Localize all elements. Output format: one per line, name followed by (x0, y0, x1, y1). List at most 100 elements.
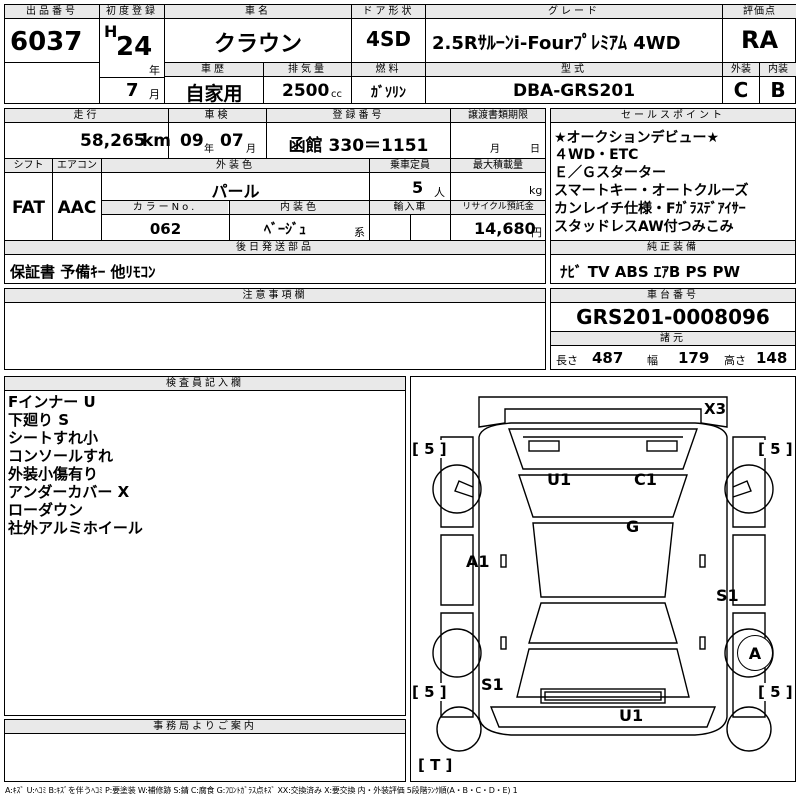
car-name-label: 車名 (165, 5, 351, 18)
fuel-label: 燃料 (352, 63, 425, 76)
damage-mark-s1-left: S1 (481, 675, 504, 694)
sales-point-3: Ｅ／Ｇスターター (554, 165, 666, 181)
office-label: 事務局よりご案内 (5, 720, 405, 733)
color-number: 062 (149, 220, 182, 238)
capacity-unit: 人 (434, 186, 445, 199)
transfer-label: 譲渡書類期限 (451, 109, 545, 122)
import-label: 輸入車 (370, 201, 450, 214)
damage-mark-a1: A1 (466, 552, 490, 571)
model-label: 型式 (426, 63, 722, 76)
inspector-note-7: ローダウン (8, 501, 84, 519)
recycle-label: リサイクル預託金 (451, 201, 545, 214)
recycle-fee: 14,680 (474, 219, 536, 238)
tire-rear-right: [ 5 ] (758, 683, 793, 701)
inspector-note-1: Fインナー U (8, 393, 96, 411)
damage-mark-c1: C1 (634, 470, 657, 489)
inspection-year-unit: 年 (204, 144, 214, 155)
door-label: ドア形状 (352, 5, 425, 18)
chassis-number: GRS201-0008096 (576, 305, 770, 329)
max-load-label: 最大積載量 (451, 159, 545, 172)
tire-rear-left: [ 5 ] (412, 683, 447, 701)
inspection-month-unit: 月 (246, 144, 256, 155)
capacity-label: 乗車定員 (370, 159, 450, 172)
mileage-unit: km (142, 131, 172, 151)
legend: A:ｷｽﾞ U:ﾍｺﾐ B:ｷｽﾞを伴うﾍｺﾐ P:要塗装 W:補修跡 S:錆 … (5, 786, 518, 795)
max-load-unit: kg (529, 184, 543, 197)
transfer-month-unit: 月 (490, 144, 500, 155)
ac-type: AAC (57, 198, 97, 218)
interior-color-label: 内装色 (230, 201, 369, 214)
interior-color-unit: 系 (354, 226, 365, 239)
inspector-note-5: 外装小傷有り (8, 465, 99, 483)
door-type: 4SD (366, 27, 411, 51)
sales-point-4: スマートキー・オートクルーズ (554, 183, 749, 199)
displacement-unit: cc (331, 89, 342, 100)
tire-front-left: [ 5 ] (412, 440, 447, 458)
recycle-unit: 円 (531, 226, 542, 239)
interior-color: ﾍﾞｰｼﾞｭ (264, 222, 306, 238)
capacity: 5 (412, 178, 424, 197)
shift-type: FAT (11, 198, 46, 218)
displacement: 2500 (282, 81, 330, 101)
score-label: 評価点 (723, 5, 796, 18)
model-code: DBA-GRS201 (512, 81, 636, 101)
inspection-label: 車検 (169, 109, 266, 122)
later-parts: 保証書 予備ｷｰ 他ﾘﾓｺﾝ (10, 263, 156, 281)
sales-point-2: ４WD・ETC (554, 147, 639, 163)
damage-mark-u1-top: U1 (547, 470, 572, 489)
damage-diagram (410, 376, 796, 782)
sales-point-6: スタッドレスAW付つみこみ (554, 219, 734, 235)
mileage-label: 走行 (5, 109, 168, 122)
reg-month-unit: 月 (149, 88, 160, 101)
width-label: 幅 (647, 354, 658, 367)
inspector-note-6: アンダーカバー X (8, 483, 130, 501)
reg-month: 7 (126, 80, 139, 101)
spare-tire: [ T ] (418, 756, 453, 774)
height-label: 高さ (724, 354, 746, 367)
width: 179 (678, 349, 710, 367)
color-label: 外装色 (102, 159, 369, 172)
mileage: 58,265 (80, 131, 146, 151)
damage-mark-u1-bottom: U1 (619, 706, 644, 725)
lot-number: 6037 (10, 27, 83, 57)
damage-mark-g: G (626, 517, 640, 536)
first-reg-label: 初度登録 (100, 5, 164, 18)
length-label: 長さ (556, 354, 578, 367)
sales-points-label: セールスポイント (551, 109, 795, 122)
inspector-note-3: シートすれ小 (8, 429, 99, 447)
inspection-month: 07 (220, 131, 244, 151)
car-history: 自家用 (185, 83, 243, 105)
inspector-note-8: 社外アルミホイール (8, 519, 143, 537)
dims-label: 諸元 (551, 332, 795, 345)
displacement-label: 排気量 (264, 63, 351, 76)
later-parts-label: 後日発送部品 (5, 241, 545, 254)
inspection-year: 09 (180, 131, 204, 151)
equipment: ﾅﾋﾞ TV ABS ｴｱB PS PW (560, 263, 741, 281)
length: 487 (592, 349, 624, 367)
chassis-label: 車台番号 (551, 289, 795, 302)
exterior-color: パール (211, 182, 260, 201)
sales-point-1: ★オークションデビュー★ (554, 130, 720, 146)
height: 148 (756, 349, 788, 367)
fuel: ｶﾞｿﾘﾝ (371, 85, 406, 101)
color-no-label: カラーNo. (102, 201, 228, 214)
caution-label: 注意事項欄 (5, 289, 545, 302)
equipment-label: 純正装備 (551, 241, 795, 254)
history-label: 車歴 (165, 63, 263, 76)
exterior-score: C (733, 78, 749, 102)
shift-label: シフト (5, 159, 52, 172)
exterior-score-label: 外装 (723, 63, 759, 76)
grade: 2.5Rｻﾙｰﾝi-Fourﾌﾟﾚﾐｱﾑ 4WD (432, 33, 681, 54)
ac-label: エアコン (53, 159, 101, 172)
inspector-note-4: コンソールすれ (8, 447, 114, 465)
damage-mark-x3: X3 (704, 400, 727, 418)
inspector-note-2: 下廻り S (8, 411, 70, 429)
reg-year-unit: 年 (149, 64, 160, 77)
registration-number: 函館 330＝1151 (288, 136, 429, 156)
interior-score-label: 内装 (760, 63, 796, 76)
grade-label: グレード (426, 5, 722, 18)
damage-mark-a-circle: A (737, 635, 773, 671)
reg-number-label: 登録番号 (267, 109, 450, 122)
damage-mark-s1-right: S1 (716, 586, 739, 605)
inspector-label: 検査員記入欄 (5, 377, 405, 390)
